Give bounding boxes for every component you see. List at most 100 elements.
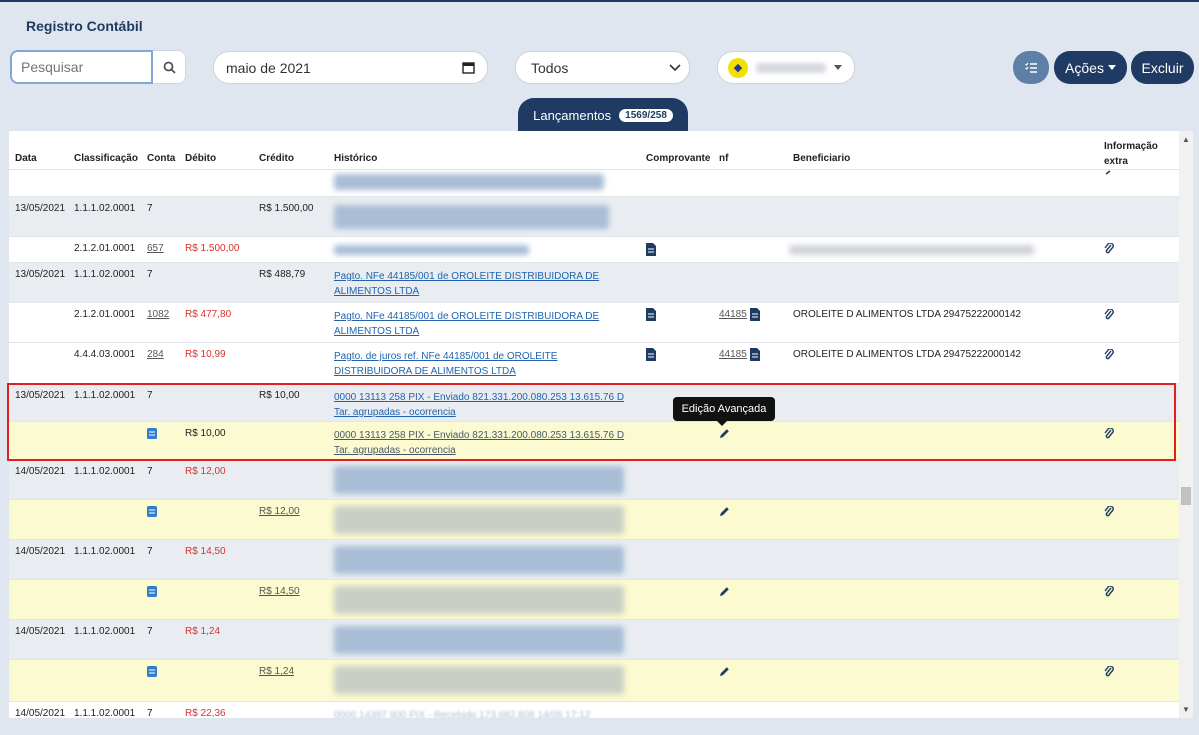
cell-classificacao: 1.1.1.02.0001 (74, 203, 136, 214)
actions-button[interactable]: Ações (1054, 51, 1127, 84)
table-row[interactable]: R$ 10,00 0000 13113 258 PIX - Enviado 82… (9, 421, 1179, 459)
paperclip-icon[interactable] (1104, 586, 1114, 598)
paperclip-icon[interactable] (1104, 243, 1114, 255)
bank-account-name (756, 62, 826, 73)
pencil-icon[interactable] (719, 506, 730, 517)
cell-conta-link[interactable]: 1082 (147, 309, 169, 320)
col-informacao-extra: Informação extra (1104, 141, 1158, 167)
cell-historico-link[interactable]: Pagto. NFe 44185/001 de OROLEITE DISTRIB… (334, 269, 614, 299)
note-icon[interactable] (147, 586, 157, 597)
beneficiario-redacted (789, 245, 1034, 255)
filter-select[interactable]: Todos (515, 51, 690, 84)
cell-historico-link[interactable]: 0000 13113 258 PIX - Enviado 821.331.200… (334, 390, 634, 420)
month-picker[interactable]: maio de 2021 (213, 51, 488, 84)
table-row[interactable] (9, 169, 1179, 196)
cell-credito-link[interactable]: R$ 14,50 (259, 586, 300, 597)
document-icon[interactable] (646, 308, 656, 321)
note-icon[interactable] (147, 506, 157, 517)
table-row[interactable]: 14/05/2021 1.1.1.02.0001 7 R$ 12,00 (9, 459, 1179, 499)
bank-account-select[interactable]: ◆ (717, 51, 855, 84)
cell-historico-link[interactable]: 0000 13113 258 PIX - Enviado 821.331.200… (334, 428, 634, 458)
cell-historico-link[interactable]: 0000 14397 900 PIX - Recebido 173.682.80… (334, 708, 634, 718)
caret-down-icon (834, 65, 842, 70)
cell-credito: R$ 10,00 (259, 390, 300, 401)
cell-historico-link[interactable]: Pagto. NFe 44185/001 de OROLEITE DISTRIB… (334, 309, 614, 339)
paperclip-icon[interactable] (1104, 349, 1114, 361)
pencil-icon[interactable] (719, 666, 730, 677)
search-button[interactable] (153, 50, 186, 84)
cell-debito: R$ 1.500,00 (185, 243, 240, 254)
table-row[interactable]: 2.1.2.01.0001 657 R$ 1.500,00 (9, 236, 1179, 262)
pencil-icon[interactable] (719, 586, 730, 597)
table-row[interactable]: R$ 14,50 (9, 579, 1179, 619)
table-header: Data Classificação Conta Débito Crédito … (9, 131, 1179, 169)
cell-credito: R$ 1.500,00 (259, 203, 314, 214)
tab-lancamentos[interactable]: Lançamentos 1569/258 (518, 98, 688, 132)
historico-redacted (334, 626, 624, 654)
col-credito: Crédito (259, 153, 294, 164)
scroll-up-icon[interactable]: ▲ (1182, 135, 1190, 144)
delete-button[interactable]: Excluir (1131, 51, 1194, 84)
tooltip: Edição Avançada (673, 397, 775, 426)
note-icon[interactable] (147, 428, 157, 439)
table-row[interactable]: 13/05/2021 1.1.1.02.0001 7 R$ 10,00 0000… (9, 383, 1179, 421)
cell-conta: 7 (147, 390, 153, 401)
table-row[interactable]: 13/05/2021 1.1.1.02.0001 7 R$ 488,79 Pag… (9, 262, 1179, 302)
pencil-icon[interactable] (719, 428, 730, 439)
historico-redacted (334, 174, 604, 190)
scroll-thumb[interactable] (1181, 487, 1191, 505)
entries-table: Data Classificação Conta Débito Crédito … (9, 131, 1179, 718)
cell-classificacao: 1.1.1.02.0001 (74, 390, 136, 401)
checklist-button[interactable] (1013, 51, 1049, 84)
cell-data: 14/05/2021 (15, 626, 66, 637)
table-row[interactable]: 14/05/2021 1.1.1.02.0001 7 R$ 22,36 0000… (9, 701, 1179, 718)
col-debito: Débito (185, 153, 217, 164)
cell-conta-link[interactable]: 284 (147, 349, 164, 360)
paperclip-icon[interactable] (1104, 309, 1114, 321)
cell-conta: 7 (147, 269, 153, 280)
chevron-down-icon (669, 63, 681, 71)
cell-credito: R$ 488,79 (259, 269, 306, 280)
search-box (10, 50, 186, 84)
tab-label: Lançamentos (533, 107, 612, 123)
table-row[interactable]: 14/05/2021 1.1.1.02.0001 7 R$ 1,24 (9, 619, 1179, 659)
col-classificacao: Classificação (74, 153, 138, 164)
cell-historico-link[interactable]: Pagto. de juros ref. NFe 44185/001 de OR… (334, 349, 584, 379)
table-row[interactable]: 2.1.2.01.0001 1082 R$ 477,80 Pagto. NFe … (9, 302, 1179, 342)
scroll-down-icon[interactable]: ▼ (1182, 705, 1190, 714)
table-row[interactable]: R$ 1,24 (9, 659, 1179, 701)
historico-redacted (334, 245, 529, 255)
document-icon[interactable] (750, 348, 760, 361)
table-row[interactable]: R$ 12,00 (9, 499, 1179, 539)
table-row[interactable]: 4.4.4.03.0001 284 R$ 10,99 Pagto. de jur… (9, 342, 1179, 383)
paperclip-icon (1105, 170, 1111, 175)
cell-conta-link[interactable]: 657 (147, 243, 164, 254)
calendar-icon (462, 62, 475, 74)
document-icon[interactable] (750, 308, 760, 321)
note-icon[interactable] (147, 666, 157, 677)
cell-debito: R$ 477,80 (185, 309, 232, 320)
col-nf: nf (719, 153, 729, 164)
cell-classificacao: 1.1.1.02.0001 (74, 708, 136, 718)
vertical-scrollbar[interactable]: ▲ ▼ (1179, 131, 1193, 718)
historico-redacted (334, 666, 624, 694)
page-title: Registro Contábil (26, 18, 143, 34)
cell-nf-link[interactable]: 44185 (719, 349, 747, 360)
document-icon[interactable] (646, 348, 656, 361)
search-input[interactable] (10, 50, 153, 84)
paperclip-icon[interactable] (1104, 506, 1114, 518)
table-row[interactable]: 14/05/2021 1.1.1.02.0001 7 R$ 14,50 (9, 539, 1179, 579)
cell-credito-link[interactable]: R$ 1,24 (259, 666, 294, 677)
paperclip-icon[interactable] (1104, 428, 1114, 440)
cell-credito-link[interactable]: R$ 12,00 (259, 506, 300, 517)
top-border (0, 0, 1199, 2)
cell-beneficiario: OROLEITE D ALIMENTOS LTDA 29475222000142 (793, 309, 1022, 320)
cell-debito: R$ 10,99 (185, 349, 226, 360)
cell-debito: R$ 12,00 (185, 466, 226, 477)
col-data: Data (15, 153, 37, 164)
col-historico: Histórico (334, 153, 378, 164)
paperclip-icon[interactable] (1104, 666, 1114, 678)
table-row[interactable]: 13/05/2021 1.1.1.02.0001 7 R$ 1.500,00 (9, 196, 1179, 236)
cell-nf-link[interactable]: 44185 (719, 309, 747, 320)
document-icon[interactable] (646, 243, 656, 256)
